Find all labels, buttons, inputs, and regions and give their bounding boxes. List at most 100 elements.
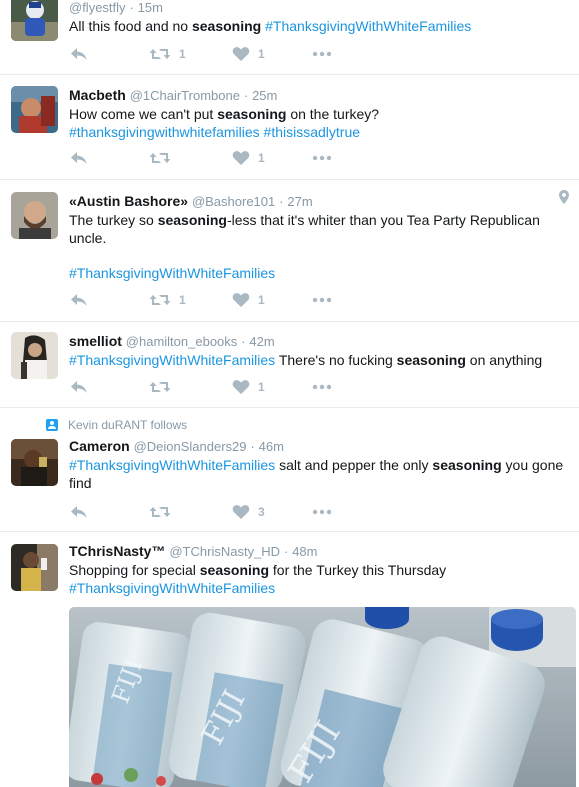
- avatar[interactable]: [11, 332, 58, 379]
- user-fullname[interactable]: Cameron: [69, 438, 130, 454]
- retweet-count: 1: [179, 47, 186, 61]
- tweet-card[interactable]: Kevin duRANT follows Cameron @DeionSland…: [0, 408, 579, 532]
- more-options-button[interactable]: [312, 149, 332, 167]
- tweet-media-photo[interactable]: FIJI FIJI FIJI: [69, 607, 576, 787]
- retweet-count: 1: [179, 293, 186, 307]
- text-segment: There's no fucking: [275, 352, 397, 368]
- more-options-button[interactable]: [312, 378, 332, 396]
- retweet-icon: [149, 379, 171, 395]
- reply-button[interactable]: [69, 378, 89, 396]
- like-button[interactable]: 1: [232, 149, 265, 167]
- reply-arrow-icon: [69, 292, 89, 308]
- social-context-text: Kevin duRANT follows: [68, 418, 188, 432]
- tweet-header: smelliot @hamilton_ebooks · 42m: [69, 332, 565, 350]
- like-button[interactable]: 1: [232, 45, 265, 63]
- avatar[interactable]: [11, 86, 58, 133]
- avatar[interactable]: [11, 544, 58, 591]
- tweet-card[interactable]: smelliot @hamilton_ebooks · 42m #Thanksg…: [0, 322, 579, 408]
- reply-button[interactable]: [69, 503, 89, 521]
- avatar[interactable]: [11, 0, 58, 41]
- tweet-card[interactable]: @flyestfly · 15m All this food and no se…: [0, 0, 579, 75]
- highlighted-keyword: seasoning: [199, 562, 270, 578]
- timestamp[interactable]: 48m: [292, 544, 317, 559]
- timestamp[interactable]: 25m: [252, 88, 277, 103]
- user-handle[interactable]: @TChrisNasty_HD: [169, 544, 280, 559]
- retweet-button[interactable]: [149, 503, 179, 521]
- tweet-actions: 1 1: [69, 291, 349, 309]
- reply-arrow-icon: [69, 46, 89, 62]
- user-handle[interactable]: @DeionSlanders29: [134, 439, 247, 454]
- user-fullname[interactable]: TChrisNasty™: [69, 543, 165, 559]
- ellipsis-icon: [312, 509, 332, 515]
- user-handle[interactable]: @hamilton_ebooks: [126, 334, 237, 349]
- reply-button[interactable]: [69, 291, 89, 309]
- highlighted-keyword: seasoning: [396, 352, 466, 368]
- hashtag-link[interactable]: #thanksgivingwithwhitefamilies: [69, 124, 260, 140]
- more-options-button[interactable]: [312, 291, 332, 309]
- reply-arrow-icon: [69, 150, 89, 166]
- hashtag-link[interactable]: #ThanksgivingWithWhiteFamilies: [69, 457, 275, 473]
- user-handle[interactable]: @Bashore101: [192, 194, 275, 209]
- user-fullname[interactable]: «Austin Bashore»: [69, 193, 188, 209]
- reply-button[interactable]: [69, 149, 89, 167]
- hashtag-link[interactable]: #thisissadlytrue: [264, 124, 361, 140]
- tweet-text: #ThanksgivingWithWhiteFamilies salt and …: [69, 456, 565, 492]
- heart-icon: [232, 46, 250, 62]
- separator-dot: ·: [243, 88, 249, 103]
- highlighted-keyword: seasoning: [432, 457, 502, 473]
- text-segment: Shopping for special: [69, 562, 200, 578]
- tweet-actions: 3: [69, 503, 349, 521]
- text-segment: for the Turkey this Thursday: [269, 562, 447, 578]
- text-segment: How come we can't put: [69, 106, 218, 122]
- hashtag-link[interactable]: #ThanksgivingWithWhiteFamilies: [69, 580, 275, 596]
- retweet-icon: [149, 150, 171, 166]
- avatar[interactable]: [11, 192, 58, 239]
- avatar[interactable]: [11, 439, 58, 486]
- separator-dot: ·: [279, 194, 284, 209]
- highlighted-keyword: seasoning: [191, 18, 262, 34]
- location-pin-icon[interactable]: [559, 190, 569, 207]
- tweet-text: Shopping for special seasoning for the T…: [69, 561, 565, 597]
- separator-dot: ·: [283, 544, 289, 559]
- text-segment: on anything: [465, 352, 543, 368]
- retweet-button[interactable]: 1: [149, 45, 186, 63]
- tweet-card[interactable]: Macbeth @1ChairTrombone · 25m How come w…: [0, 75, 579, 180]
- tweet-text: How come we can't put seasoning on the t…: [69, 105, 565, 141]
- person-follow-icon: [46, 419, 58, 431]
- heart-icon: [232, 292, 250, 308]
- tweet-header: «Austin Bashore» @Bashore101 · 27m: [69, 192, 565, 210]
- more-options-button[interactable]: [312, 503, 332, 521]
- hashtag-link[interactable]: #ThanksgivingWithWhiteFamilies: [69, 352, 275, 368]
- user-handle[interactable]: @1ChairTrombone: [130, 88, 240, 103]
- user-fullname[interactable]: Macbeth: [69, 87, 126, 103]
- hashtag-link[interactable]: #ThanksgivingWithWhiteFamilies: [265, 18, 471, 34]
- tweet-actions: 1: [69, 378, 349, 396]
- retweet-button[interactable]: [149, 149, 179, 167]
- tweet-header: @flyestfly · 15m: [69, 0, 565, 16]
- like-count: 1: [258, 47, 265, 61]
- timestamp[interactable]: 42m: [249, 334, 274, 349]
- reply-button[interactable]: [69, 45, 89, 63]
- retweet-button[interactable]: 1: [149, 291, 186, 309]
- hashtag-link[interactable]: #ThanksgivingWithWhiteFamilies: [69, 265, 275, 281]
- like-button[interactable]: 1: [232, 378, 265, 396]
- user-fullname[interactable]: smelliot: [69, 333, 122, 349]
- like-button[interactable]: 1: [232, 291, 265, 309]
- social-context[interactable]: Kevin duRANT follows: [46, 417, 187, 433]
- ellipsis-icon: [312, 297, 332, 303]
- heart-icon: [232, 150, 250, 166]
- timestamp[interactable]: 27m: [287, 194, 312, 209]
- retweet-icon: [149, 504, 171, 520]
- tweet-text: All this food and no seasoning #Thanksgi…: [69, 17, 565, 35]
- tweet-card[interactable]: «Austin Bashore» @Bashore101 · 27m The t…: [0, 180, 579, 322]
- more-options-button[interactable]: [312, 45, 332, 63]
- like-count: 3: [258, 505, 265, 519]
- like-button[interactable]: 3: [232, 503, 265, 521]
- separator-dot: ·: [129, 0, 134, 15]
- ellipsis-icon: [312, 155, 332, 161]
- user-handle[interactable]: @flyestfly: [69, 0, 126, 15]
- timestamp[interactable]: 46m: [259, 439, 284, 454]
- tweet-text: The turkey so seasoning-less that it's w…: [69, 211, 565, 247]
- timestamp[interactable]: 15m: [138, 0, 163, 15]
- retweet-button[interactable]: [149, 378, 179, 396]
